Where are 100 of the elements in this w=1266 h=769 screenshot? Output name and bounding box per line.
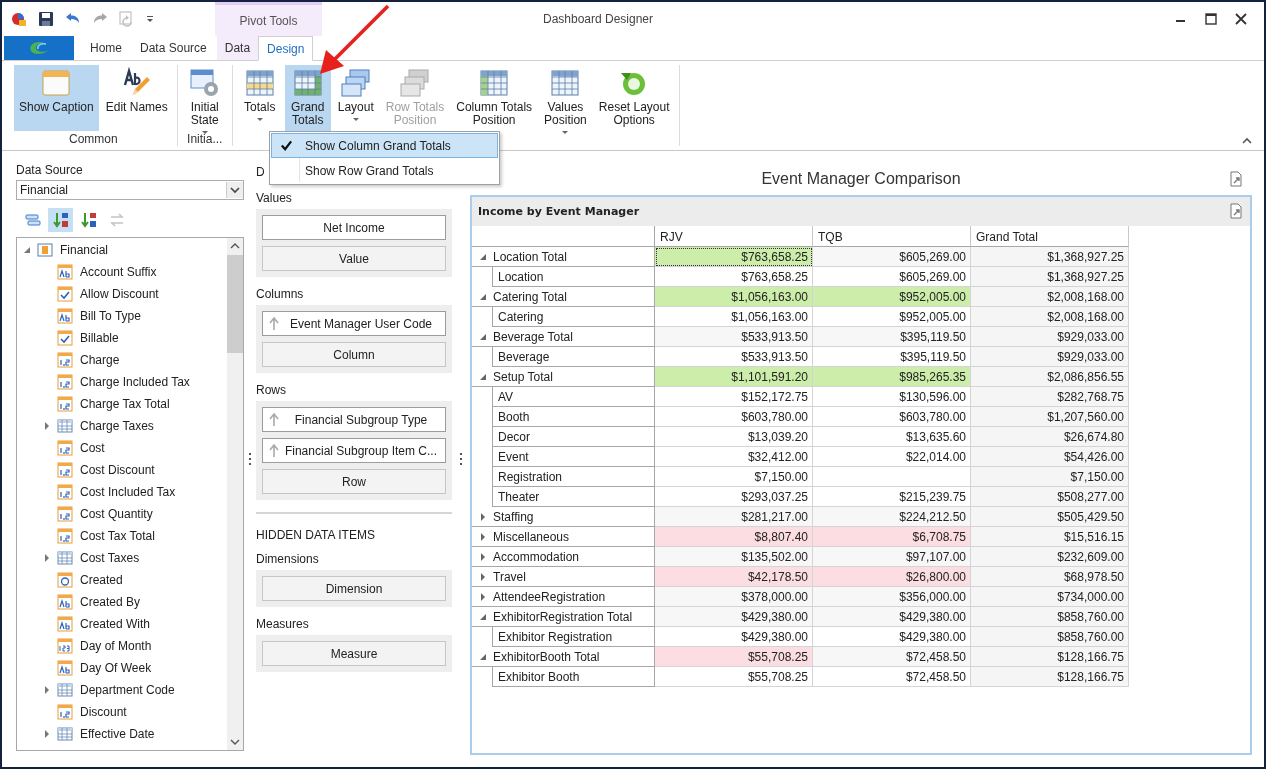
ribbon-button[interactable]: Initial State	[181, 65, 228, 131]
splitter-grip-icon[interactable]	[248, 452, 252, 466]
collapse-arrow-icon[interactable]	[479, 332, 487, 341]
app-icon[interactable]	[10, 10, 28, 28]
row-header[interactable]: Setup Total	[493, 369, 553, 384]
expand-arrow-icon[interactable]	[479, 512, 487, 521]
collapse-arrow-icon[interactable]	[479, 652, 487, 661]
row-header[interactable]: Location Total	[493, 249, 567, 264]
ribbon-button[interactable]: Edit Names	[100, 65, 173, 131]
save-icon[interactable]	[37, 10, 55, 28]
field-item[interactable]: Bill To Type	[80, 309, 141, 323]
data-item[interactable]: Dimension	[262, 576, 446, 601]
row-header[interactable]: Location	[492, 267, 654, 287]
ribbon-tab[interactable]: Design	[258, 36, 314, 61]
row-header[interactable]: Exhibitor Registration	[492, 627, 654, 647]
expand-arrow-icon[interactable]	[479, 552, 487, 561]
data-item[interactable]: Net Income	[262, 215, 446, 240]
field-item[interactable]: Day of Month	[80, 639, 152, 653]
field-item[interactable]: Billable	[80, 331, 119, 345]
collapse-arrow-icon[interactable]	[479, 252, 487, 261]
row-header[interactable]: Beverage Total	[493, 329, 573, 344]
ribbon-button[interactable]: Reset Layout Options	[593, 65, 675, 131]
ribbon-tab[interactable]: Data	[216, 36, 259, 60]
splitter-grip-icon[interactable]	[459, 452, 463, 466]
field-item[interactable]: Charge Taxes	[80, 419, 154, 433]
expand-arrow-icon[interactable]	[43, 422, 51, 430]
row-header[interactable]: Staffing	[493, 509, 534, 524]
row-header[interactable]: Miscellaneous	[493, 529, 570, 544]
expand-arrow-icon[interactable]	[43, 686, 51, 694]
menu-item[interactable]: Show Row Grand Totals	[271, 158, 498, 183]
field-item[interactable]: Charge Tax Total	[80, 397, 170, 411]
collapse-ribbon-icon[interactable]	[1242, 136, 1252, 146]
field-item[interactable]: Cost Discount	[80, 463, 155, 477]
field-item[interactable]: Charge	[80, 353, 120, 367]
field-item[interactable]: Cost Taxes	[80, 551, 140, 565]
menu-item[interactable]: Show Column Grand Totals	[271, 133, 498, 158]
export-icon[interactable]	[1228, 203, 1244, 219]
row-header[interactable]: AttendeeRegistration	[493, 589, 606, 604]
data-item[interactable]: Measure	[262, 641, 446, 666]
field-item[interactable]: Cost	[80, 441, 105, 455]
field-item[interactable]: Account Suffix	[80, 265, 157, 279]
scroll-up-icon[interactable]	[230, 241, 240, 251]
data-item[interactable]: Financial Subgroup Item C...	[262, 438, 446, 463]
sort-ascending-button[interactable]	[48, 208, 73, 232]
ribbon-tab[interactable]: Data Source	[132, 36, 215, 60]
scroll-down-icon[interactable]	[230, 737, 240, 747]
row-header[interactable]: ExhibitorRegistration Total	[493, 609, 633, 624]
field-item[interactable]: Cost Tax Total	[80, 529, 155, 543]
export-icon[interactable]	[1228, 171, 1244, 187]
field-item[interactable]: Allow Discount	[80, 287, 159, 301]
data-item[interactable]: Row	[262, 469, 446, 494]
field-item[interactable]: Charge Included Tax	[80, 375, 190, 389]
data-source-dropdown[interactable]: Financial	[16, 180, 244, 200]
data-item[interactable]: Event Manager User Code	[262, 311, 446, 336]
expand-arrow-icon[interactable]	[479, 572, 487, 581]
row-header[interactable]: Theater	[492, 487, 654, 507]
collapse-arrow-icon[interactable]	[23, 246, 31, 254]
scrollbar[interactable]	[227, 238, 243, 750]
row-header[interactable]: Registration	[492, 467, 654, 487]
ribbon-button[interactable]: Totals	[236, 65, 283, 131]
ribbon-button[interactable]: Grand Totals	[284, 65, 331, 131]
field-item[interactable]: Day Of Week	[80, 661, 152, 675]
scroll-thumb[interactable]	[227, 255, 243, 353]
field-item[interactable]: Created With	[80, 617, 151, 631]
expand-arrow-icon[interactable]	[479, 532, 487, 541]
field-item[interactable]: Department Code	[80, 683, 175, 697]
field-item[interactable]: Discount	[80, 705, 127, 719]
row-header[interactable]: AV	[492, 387, 654, 407]
row-header[interactable]: Event	[492, 447, 654, 467]
expand-arrow-icon[interactable]	[479, 592, 487, 601]
row-header[interactable]: Travel	[493, 569, 526, 584]
row-header[interactable]: Booth	[492, 407, 654, 427]
expand-arrow-icon[interactable]	[43, 554, 51, 562]
field-item[interactable]: Created By	[80, 595, 141, 609]
field-item[interactable]: Cost Included Tax	[80, 485, 176, 499]
ribbon-button[interactable]: Values Position	[539, 65, 592, 131]
data-item[interactable]: Value	[262, 246, 446, 271]
customize-icon[interactable]	[145, 14, 155, 24]
field-item[interactable]: Effective Date	[80, 727, 155, 741]
close-icon[interactable]	[1234, 12, 1248, 26]
ribbon-button[interactable]: Layout	[332, 65, 379, 131]
field-item[interactable]: Financial	[60, 243, 109, 257]
field-item[interactable]: Cost Quantity	[80, 507, 153, 521]
expand-arrow-icon[interactable]	[43, 730, 51, 738]
row-header[interactable]: ExhibitorBooth Total	[493, 649, 600, 664]
collapse-arrow-icon[interactable]	[479, 372, 487, 381]
collapse-arrow-icon[interactable]	[479, 612, 487, 621]
collapse-arrow-icon[interactable]	[479, 292, 487, 301]
row-header[interactable]: Exhibitor Booth	[492, 667, 654, 687]
row-header[interactable]: Catering Total	[493, 289, 567, 304]
ribbon-button[interactable]: Show Caption	[14, 65, 99, 131]
maximize-icon[interactable]	[1204, 12, 1218, 26]
data-item[interactable]: Column	[262, 342, 446, 367]
field-item[interactable]: Created	[80, 573, 123, 587]
row-header[interactable]: Decor	[492, 427, 654, 447]
row-header[interactable]: Beverage	[492, 347, 654, 367]
ribbon-tab[interactable]: Home	[82, 36, 130, 60]
row-header[interactable]: Catering	[492, 307, 654, 327]
data-item[interactable]: Financial Subgroup Type	[262, 407, 446, 432]
row-header[interactable]: Accommodation	[493, 549, 580, 564]
